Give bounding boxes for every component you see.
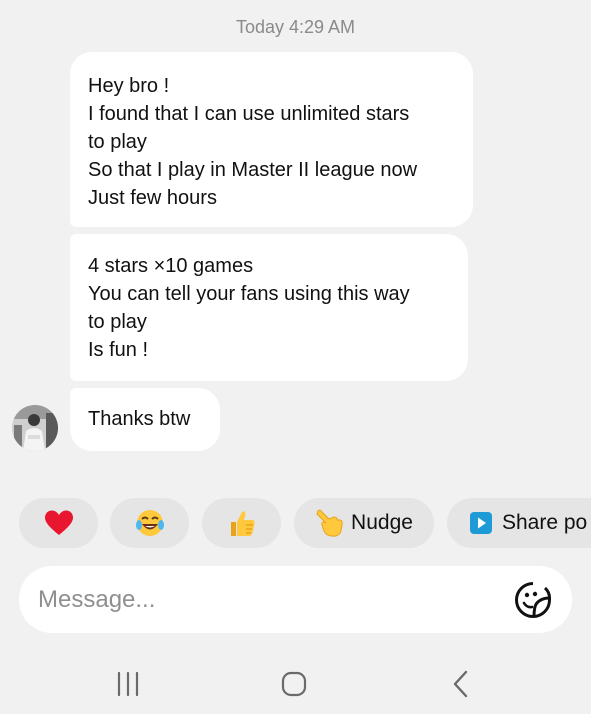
message-text-line: to play: [88, 131, 147, 153]
quick-reply-heart[interactable]: [19, 498, 98, 548]
message-timestamp: Today 4:29 AM: [235, 17, 356, 37]
message-bubble[interactable]: Hey bro ! I found that I can use unlimit…: [70, 52, 473, 227]
message-bubble[interactable]: Thanks btw: [70, 388, 220, 451]
nudge-label: Nudge: [351, 511, 413, 534]
pointing-hand-emoji-icon: [316, 509, 343, 537]
thumbs-up-emoji-icon: [230, 511, 255, 536]
avatar[interactable]: [12, 405, 58, 451]
share-play-icon: [470, 512, 492, 534]
share-label: Share po: [502, 511, 588, 534]
message-text-line: to play: [88, 311, 147, 333]
quick-reply-nudge[interactable]: Nudge: [294, 498, 434, 548]
message-text-line: You can tell your fans using this way: [88, 283, 410, 305]
sticker-face-icon[interactable]: [514, 581, 552, 619]
message-composer[interactable]: Message...: [19, 566, 572, 633]
tears-of-joy-emoji-icon: [135, 510, 164, 536]
message-text-line: Just few hours: [88, 187, 217, 209]
message-text-line: Is fun !: [88, 339, 149, 361]
message-text-line: Thanks btw: [88, 408, 191, 430]
message-text-line: 4 stars ×10 games: [88, 255, 254, 277]
message-text-line: Hey bro !: [88, 75, 170, 97]
quick-reply-laugh[interactable]: [110, 498, 189, 548]
home-icon[interactable]: [274, 668, 314, 700]
message-text-line: I found that I can use unlimited stars: [88, 103, 410, 125]
avatar-photo-icon: [12, 405, 58, 451]
quick-reply-thumbs-up[interactable]: [202, 498, 281, 548]
message-text-line: So that I play in Master II league now: [88, 159, 418, 181]
red-heart-icon: [44, 510, 73, 535]
quick-reply-share[interactable]: Share po: [447, 498, 591, 548]
message-bubble[interactable]: 4 stars ×10 games You can tell your fans…: [70, 234, 468, 381]
back-icon[interactable]: [441, 668, 481, 700]
recent-apps-icon[interactable]: [108, 668, 148, 700]
message-input[interactable]: Message...: [38, 586, 155, 614]
